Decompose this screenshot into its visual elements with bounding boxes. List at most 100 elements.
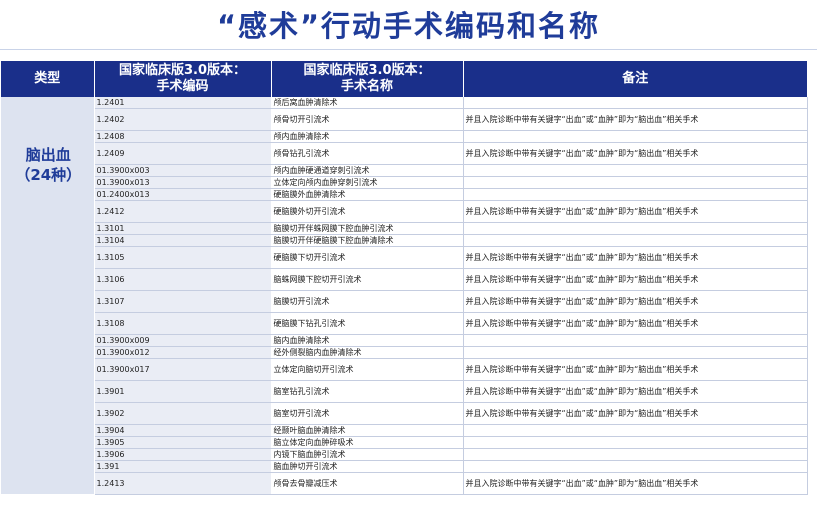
name-cell: 脑血肿切开引流术 (270, 460, 464, 473)
table-row: 01.3900x003 颅内血肿硬通道穿刺引流术 (1, 164, 808, 177)
table-row: 1.3905 脑立体定向血肿碎吸术 (1, 436, 808, 449)
header-name-line2: 手术名称 (340, 79, 393, 94)
note-cell (463, 164, 808, 177)
code-cell: 1.3904 (94, 424, 272, 437)
name-cell: 经颞叶脑血肿清除术 (270, 424, 464, 437)
name-cell: 硬脑膜下钻孔引流术 (270, 312, 464, 335)
table-row: 1.2409 颅骨钻孔引流术 并且入院诊断中带有关键字“出血”或“血肿”即为“脑出血… (1, 142, 808, 165)
name-cell: 硬脑膜外切开引流术 (270, 200, 464, 223)
table-row: 01.3900x013 立体定向颅内血肿穿刺引流术 (1, 176, 808, 189)
name-cell: 脑膜切开伴蛛网膜下腔血肿引流术 (270, 222, 464, 235)
header-name: 国家临床版3.0版本： 手术名称 (271, 61, 464, 97)
code-cell: 1.3105 (94, 246, 272, 269)
name-cell: 颅后窝血肿清除术 (270, 97, 464, 109)
code-cell: 01.2400x013 (94, 188, 272, 201)
name-cell: 脑室切开引流术 (270, 402, 464, 425)
table-row: 1.3906 内镜下脑血肿引流术 (1, 448, 808, 461)
note-cell (463, 346, 808, 359)
note-cell: 并且入院诊断中带有关键字“出血”或“血肿”即为“脑出血”相关手术 (463, 312, 808, 335)
code-cell: 01.3900x012 (94, 346, 272, 359)
table-row: 1.3107 脑膜切开引流术 并且入院诊断中带有关键字“出血”或“血肿”即为“脑出血… (1, 290, 808, 313)
note-cell: 并且入院诊断中带有关键字“出血”或“血肿”即为“脑出血”相关手术 (463, 402, 808, 425)
code-cell: 1.3902 (94, 402, 272, 425)
table-row: 01.3900x009 脑内血肿清除术 (1, 334, 808, 347)
name-cell: 颅骨钻孔引流术 (270, 142, 464, 165)
name-cell: 颅内血肿硬通道穿刺引流术 (270, 164, 464, 177)
note-cell (463, 234, 808, 247)
header-code-line2: 手术编码 (156, 79, 209, 94)
name-cell: 内镜下脑血肿引流术 (270, 448, 464, 461)
code-cell: 01.3900x017 (94, 358, 272, 381)
table-row: 1.3101 脑膜切开伴蛛网膜下腔血肿引流术 (1, 222, 808, 235)
code-cell: 1.3107 (94, 290, 272, 313)
table-row: 01.3900x017 立体定向脑切开引流术 并且入院诊断中带有关键字“出血”或“血… (1, 358, 808, 381)
name-cell: 脑内血肿清除术 (270, 334, 464, 347)
note-cell (463, 460, 808, 473)
note-cell (463, 97, 808, 109)
name-cell: 脑室钻孔引流术 (270, 380, 464, 403)
note-cell (463, 130, 808, 143)
note-cell (463, 436, 808, 449)
name-cell: 颅内血肿清除术 (270, 130, 464, 143)
name-cell: 立体定向脑切开引流术 (270, 358, 464, 381)
code-cell: 01.3900x003 (94, 164, 272, 177)
code-cell: 1.2413 (94, 472, 272, 495)
type-cell: 脑出血 （24种） (1, 97, 95, 495)
table-row: 1.3904 经颞叶脑血肿清除术 (1, 424, 808, 437)
note-cell: 并且入院诊断中带有关键字“出血”或“血肿”即为“脑出血”相关手术 (463, 200, 808, 223)
note-cell (463, 424, 808, 437)
table-row: 1.3104 脑膜切开伴硬脑膜下腔血肿清除术 (1, 234, 808, 247)
table-row: 1.2402 颅骨切开引流术 并且入院诊断中带有关键字“出血”或“血肿”即为“脑出血… (1, 108, 808, 131)
header-code: 国家临床版3.0版本： 手术编码 (94, 61, 272, 97)
note-cell (463, 334, 808, 347)
note-cell: 并且入院诊断中带有关键字“出血”或“血肿”即为“脑出血”相关手术 (463, 380, 808, 403)
header-type: 类型 (1, 61, 95, 97)
note-cell: 并且入院诊断中带有关键字“出血”或“血肿”即为“脑出血”相关手术 (463, 268, 808, 291)
title-divider (0, 49, 817, 50)
code-cell: 1.2402 (94, 108, 272, 131)
table-row: 01.3900x012 经外侧裂脑内血肿清除术 (1, 346, 808, 359)
code-cell: 01.3900x013 (94, 176, 272, 189)
note-cell: 并且入院诊断中带有关键字“出血”或“血肿”即为“脑出血”相关手术 (463, 472, 808, 495)
note-cell (463, 448, 808, 461)
table-row: 1.2408 颅内血肿清除术 (1, 130, 808, 143)
header-note: 备注 (463, 61, 807, 97)
note-cell (463, 188, 808, 201)
name-cell: 脑蛛网膜下腔切开引流术 (270, 268, 464, 291)
name-cell: 立体定向颅内血肿穿刺引流术 (270, 176, 464, 189)
table-body: 脑出血 （24种） 1.2401 颅后窝血肿清除术 1.2402 颅骨切开引流术 并且入院诊… (1, 97, 808, 495)
name-cell: 脑立体定向血肿碎吸术 (270, 436, 464, 449)
code-cell: 1.2409 (94, 142, 272, 165)
table-row: 脑出血 （24种） 1.2401 颅后窝血肿清除术 (1, 97, 808, 495)
code-cell: 1.3906 (94, 448, 272, 461)
table-row: 1.2413 颅骨去骨瓣减压术 并且入院诊断中带有关键字“出血”或“血肿”即为“脑出… (1, 472, 808, 495)
type-count: （24种） (15, 166, 82, 184)
note-cell (463, 222, 808, 235)
table-row: 1.2412 硬脑膜外切开引流术 并且入院诊断中带有关键字“出血”或“血肿”即为“脑… (1, 200, 808, 223)
name-cell: 经外侧裂脑内血肿清除术 (270, 346, 464, 359)
table-row: 1.391 脑血肿切开引流术 (1, 460, 808, 473)
code-cell: 1.2412 (94, 200, 272, 223)
name-cell: 脑膜切开伴硬脑膜下腔血肿清除术 (270, 234, 464, 247)
code-cell: 1.3108 (94, 312, 272, 335)
code-cell: 1.3901 (94, 380, 272, 403)
table-row: 1.3902 脑室切开引流术 并且入院诊断中带有关键字“出血”或“血肿”即为“脑出血… (1, 402, 808, 425)
name-cell: 颅骨切开引流术 (270, 108, 464, 131)
table-row: 1.3105 硬脑膜下切开引流术 并且入院诊断中带有关键字“出血”或“血肿”即为“脑… (1, 246, 808, 269)
table-row: 1.3901 脑室钻孔引流术 并且入院诊断中带有关键字“出血”或“血肿”即为“脑出血… (1, 380, 808, 403)
table-header-row: 类型 国家临床版3.0版本： 手术编码 国家临床版3.0版本： 手术名称 备注 (1, 61, 807, 97)
code-cell: 1.2401 (94, 97, 272, 109)
header-name-line1: 国家临床版3.0版本： (303, 63, 431, 78)
note-cell: 并且入院诊断中带有关键字“出血”或“血肿”即为“脑出血”相关手术 (463, 290, 808, 313)
table-row: 1.3106 脑蛛网膜下腔切开引流术 并且入院诊断中带有关键字“出血”或“血肿”即为… (1, 268, 808, 291)
type-label: 脑出血 (25, 146, 71, 164)
note-cell: 并且入院诊断中带有关键字“出血”或“血肿”即为“脑出血”相关手术 (463, 246, 808, 269)
code-cell: 1.3106 (94, 268, 272, 291)
code-cell: 01.3900x009 (94, 334, 272, 347)
name-cell: 颅骨去骨瓣减压术 (270, 472, 464, 495)
code-cell: 1.3104 (94, 234, 272, 247)
header-code-line1: 国家临床版3.0版本： (118, 63, 247, 78)
code-cell: 1.391 (94, 460, 272, 473)
code-cell: 1.3905 (94, 436, 272, 449)
name-cell: 硬脑膜外血肿清除术 (270, 188, 464, 201)
